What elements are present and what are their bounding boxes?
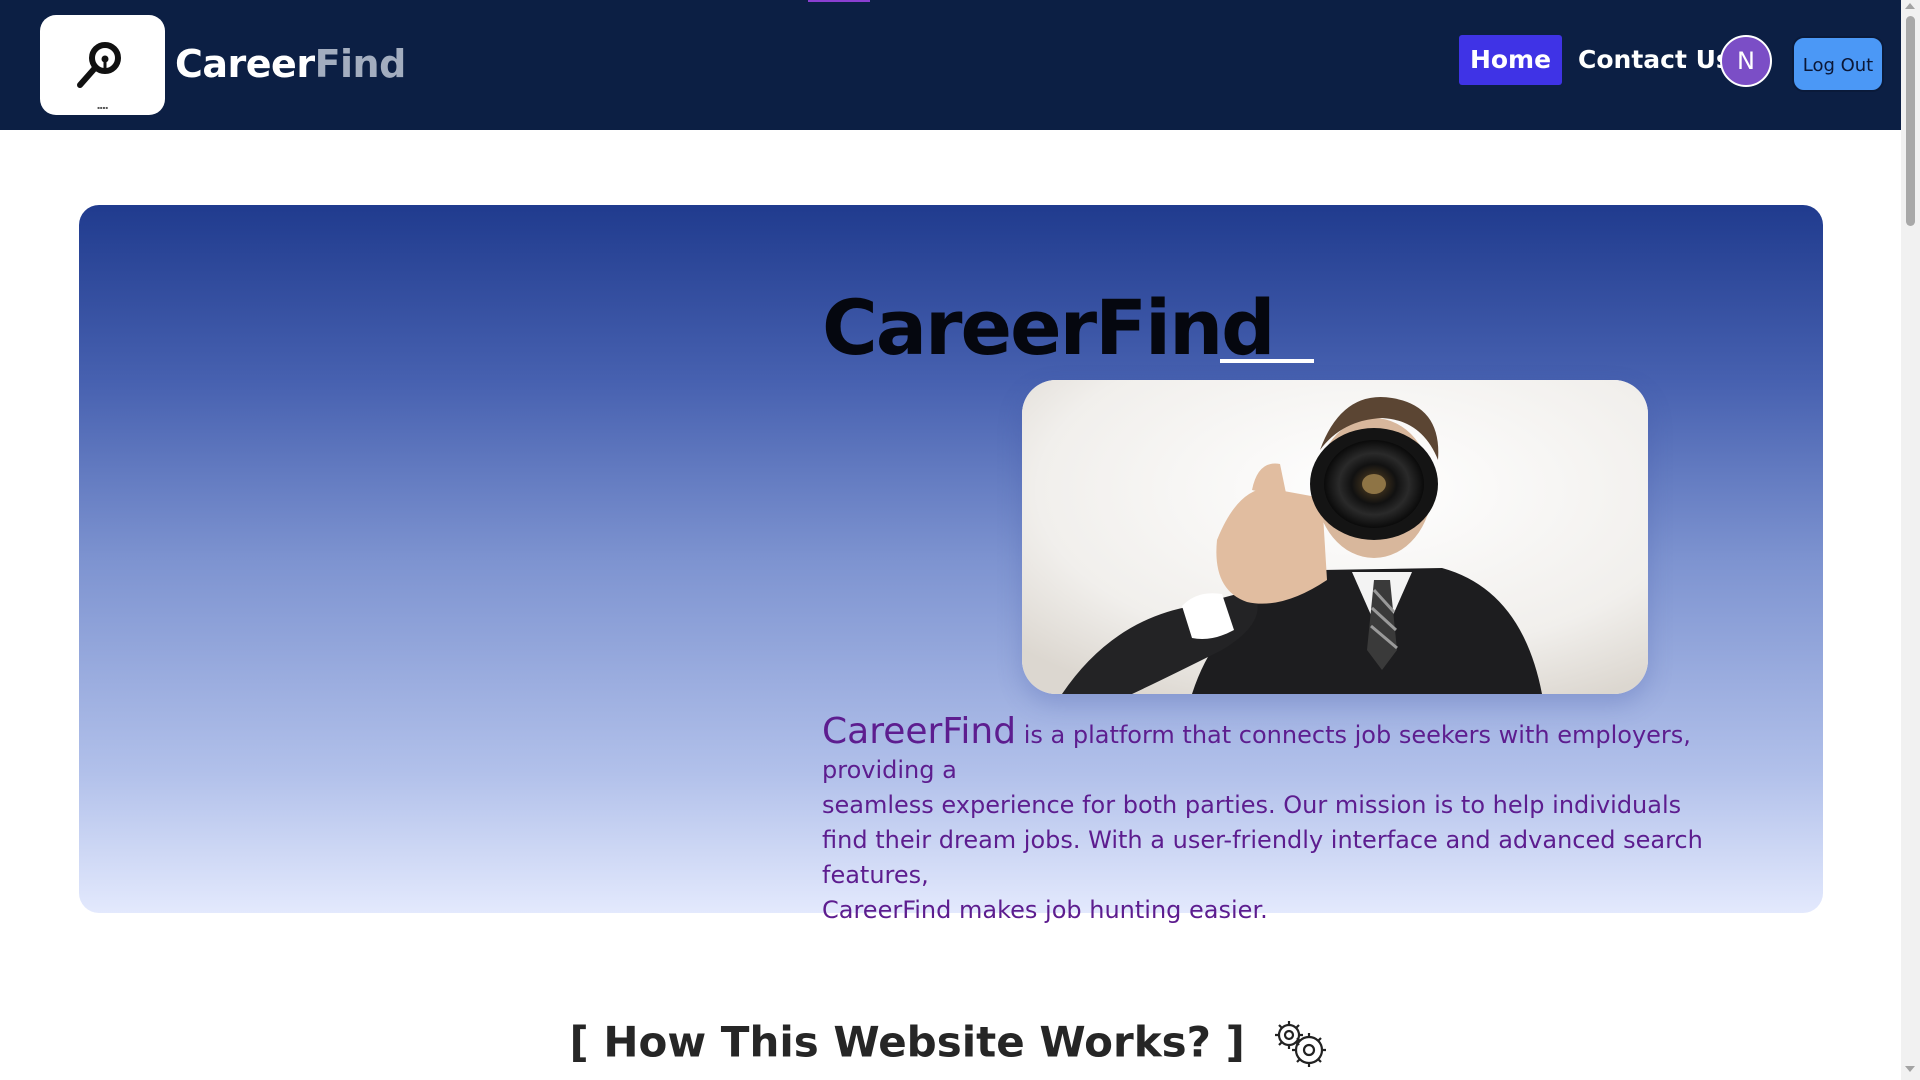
hero-photo-illustration	[1022, 380, 1648, 694]
nav-contact-link[interactable]: Contact Us	[1578, 35, 1731, 85]
user-avatar[interactable]: N	[1720, 35, 1772, 87]
hero-description: CareerFind is a platform that connects j…	[822, 714, 1787, 928]
description-line-3: find their dream jobs. With a user-frien…	[822, 826, 1703, 889]
brand-logo[interactable]: ▪▪▪▪	[40, 15, 165, 115]
top-navbar: ▪▪▪▪ CareerFind Home Contact Us N Log Ou…	[0, 0, 1901, 130]
description-line-2: seamless experience for both parties. Ou…	[822, 791, 1682, 819]
typing-cursor	[1220, 359, 1314, 363]
description-lead: CareerFind	[822, 711, 1017, 752]
description-line-4: CareerFind makes job hunting easier.	[822, 896, 1268, 924]
brand-name-part1: Career	[175, 42, 315, 86]
brand-name-part2: Find	[314, 42, 407, 86]
hero-title: CareerFind	[822, 283, 1276, 372]
top-accent-bar	[808, 0, 870, 2]
brand-name[interactable]: CareerFind	[175, 40, 406, 88]
scrollbar-thumb[interactable]	[1906, 16, 1915, 226]
how-it-works-heading-text: [ How This Website Works? ]	[569, 1017, 1245, 1067]
scroll-down-arrow-icon[interactable]	[1905, 1066, 1915, 1072]
how-it-works-heading: [ How This Website Works? ]	[0, 1010, 1901, 1073]
page-scrollbar[interactable]	[1901, 0, 1920, 1080]
nav-home-link[interactable]: Home	[1459, 35, 1562, 85]
gears-icon	[1275, 1020, 1327, 1067]
logout-button[interactable]: Log Out	[1792, 36, 1884, 92]
hero-photo	[1022, 380, 1648, 694]
magnifier-key-icon	[77, 42, 121, 88]
scroll-up-arrow-icon[interactable]	[1905, 3, 1915, 9]
logo-caption: ▪▪▪▪	[97, 105, 108, 110]
